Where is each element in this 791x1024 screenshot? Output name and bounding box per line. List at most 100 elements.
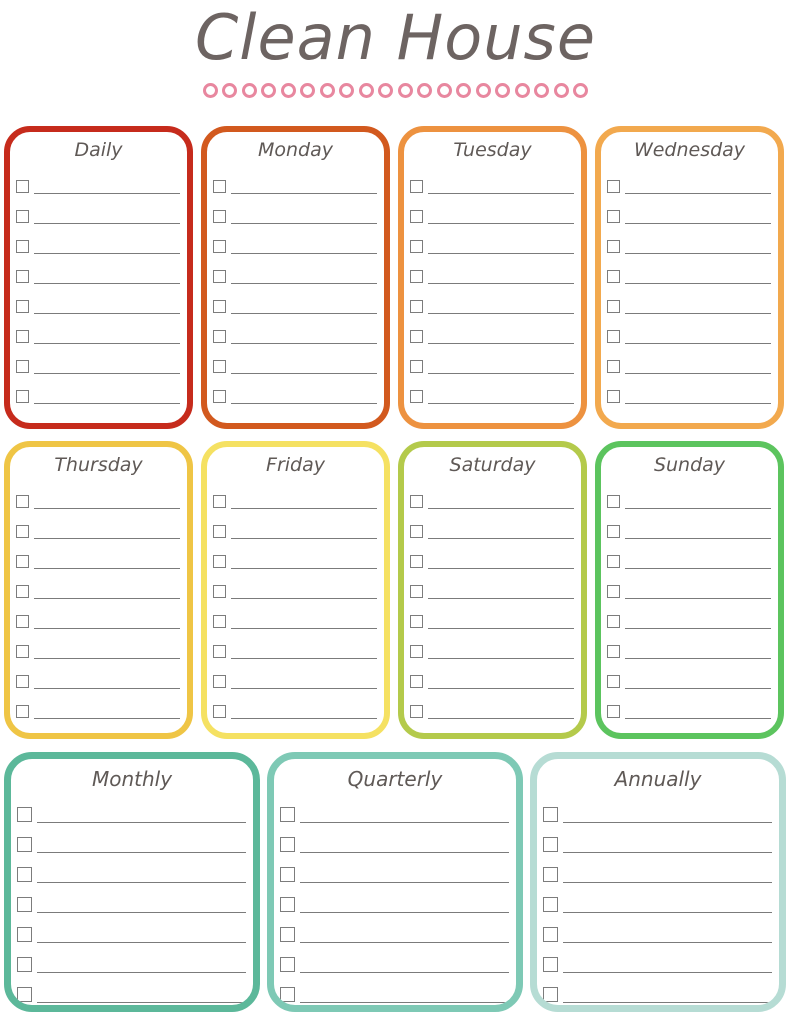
write-line[interactable] [625, 193, 771, 194]
write-line[interactable] [428, 568, 574, 569]
checkbox-icon[interactable] [410, 180, 423, 193]
checkbox-icon[interactable] [17, 807, 32, 822]
checkbox-icon[interactable] [410, 585, 423, 598]
checkbox-icon[interactable] [16, 390, 29, 403]
checkbox-icon[interactable] [16, 525, 29, 538]
checkbox-icon[interactable] [17, 897, 32, 912]
write-line[interactable] [625, 343, 771, 344]
checkbox-icon[interactable] [410, 555, 423, 568]
write-line[interactable] [428, 538, 574, 539]
write-line[interactable] [37, 882, 246, 883]
checkbox-icon[interactable] [410, 645, 423, 658]
checkbox-icon[interactable] [17, 867, 32, 882]
write-line[interactable] [34, 688, 180, 689]
checkbox-icon[interactable] [16, 180, 29, 193]
checkbox-icon[interactable] [410, 525, 423, 538]
write-line[interactable] [37, 912, 246, 913]
write-line[interactable] [231, 568, 377, 569]
write-line[interactable] [625, 538, 771, 539]
checkbox-icon[interactable] [17, 927, 32, 942]
write-line[interactable] [231, 283, 377, 284]
write-line[interactable] [34, 403, 180, 404]
checkbox-icon[interactable] [213, 615, 226, 628]
write-line[interactable] [34, 658, 180, 659]
write-line[interactable] [231, 688, 377, 689]
write-line[interactable] [231, 718, 377, 719]
write-line[interactable] [428, 253, 574, 254]
write-line[interactable] [231, 628, 377, 629]
checkbox-icon[interactable] [410, 360, 423, 373]
write-line[interactable] [34, 373, 180, 374]
checkbox-icon[interactable] [213, 390, 226, 403]
write-line[interactable] [428, 283, 574, 284]
checkbox-icon[interactable] [543, 987, 558, 1002]
write-line[interactable] [625, 628, 771, 629]
checkbox-icon[interactable] [607, 270, 620, 283]
checkbox-icon[interactable] [16, 300, 29, 313]
write-line[interactable] [34, 283, 180, 284]
checkbox-icon[interactable] [16, 615, 29, 628]
write-line[interactable] [37, 972, 246, 973]
write-line[interactable] [300, 852, 509, 853]
checkbox-icon[interactable] [213, 555, 226, 568]
write-line[interactable] [625, 373, 771, 374]
checkbox-icon[interactable] [410, 330, 423, 343]
checkbox-icon[interactable] [280, 837, 295, 852]
checkbox-icon[interactable] [410, 615, 423, 628]
checkbox-icon[interactable] [17, 957, 32, 972]
checkbox-icon[interactable] [16, 705, 29, 718]
checkbox-icon[interactable] [410, 210, 423, 223]
checkbox-icon[interactable] [410, 705, 423, 718]
checkbox-icon[interactable] [607, 210, 620, 223]
write-line[interactable] [231, 538, 377, 539]
checkbox-icon[interactable] [213, 705, 226, 718]
checkbox-icon[interactable] [607, 615, 620, 628]
write-line[interactable] [231, 508, 377, 509]
checkbox-icon[interactable] [543, 897, 558, 912]
write-line[interactable] [37, 822, 246, 823]
write-line[interactable] [428, 403, 574, 404]
write-line[interactable] [563, 912, 772, 913]
checkbox-icon[interactable] [607, 645, 620, 658]
checkbox-icon[interactable] [213, 525, 226, 538]
checkbox-icon[interactable] [607, 495, 620, 508]
write-line[interactable] [34, 718, 180, 719]
checkbox-icon[interactable] [213, 300, 226, 313]
write-line[interactable] [625, 688, 771, 689]
checkbox-icon[interactable] [213, 270, 226, 283]
write-line[interactable] [563, 972, 772, 973]
write-line[interactable] [300, 942, 509, 943]
write-line[interactable] [231, 313, 377, 314]
write-line[interactable] [428, 373, 574, 374]
write-line[interactable] [428, 343, 574, 344]
checkbox-icon[interactable] [410, 240, 423, 253]
checkbox-icon[interactable] [607, 675, 620, 688]
write-line[interactable] [231, 598, 377, 599]
checkbox-icon[interactable] [213, 210, 226, 223]
checkbox-icon[interactable] [607, 390, 620, 403]
write-line[interactable] [300, 1002, 509, 1003]
write-line[interactable] [37, 942, 246, 943]
write-line[interactable] [625, 568, 771, 569]
checkbox-icon[interactable] [607, 300, 620, 313]
checkbox-icon[interactable] [213, 360, 226, 373]
checkbox-icon[interactable] [213, 675, 226, 688]
checkbox-icon[interactable] [16, 270, 29, 283]
write-line[interactable] [231, 193, 377, 194]
checkbox-icon[interactable] [213, 330, 226, 343]
write-line[interactable] [428, 718, 574, 719]
write-line[interactable] [231, 373, 377, 374]
checkbox-icon[interactable] [16, 330, 29, 343]
write-line[interactable] [34, 598, 180, 599]
write-line[interactable] [625, 658, 771, 659]
write-line[interactable] [37, 1002, 246, 1003]
write-line[interactable] [428, 313, 574, 314]
write-line[interactable] [34, 568, 180, 569]
checkbox-icon[interactable] [543, 807, 558, 822]
write-line[interactable] [34, 538, 180, 539]
checkbox-icon[interactable] [17, 837, 32, 852]
checkbox-icon[interactable] [213, 240, 226, 253]
checkbox-icon[interactable] [607, 705, 620, 718]
checkbox-icon[interactable] [607, 330, 620, 343]
write-line[interactable] [231, 343, 377, 344]
